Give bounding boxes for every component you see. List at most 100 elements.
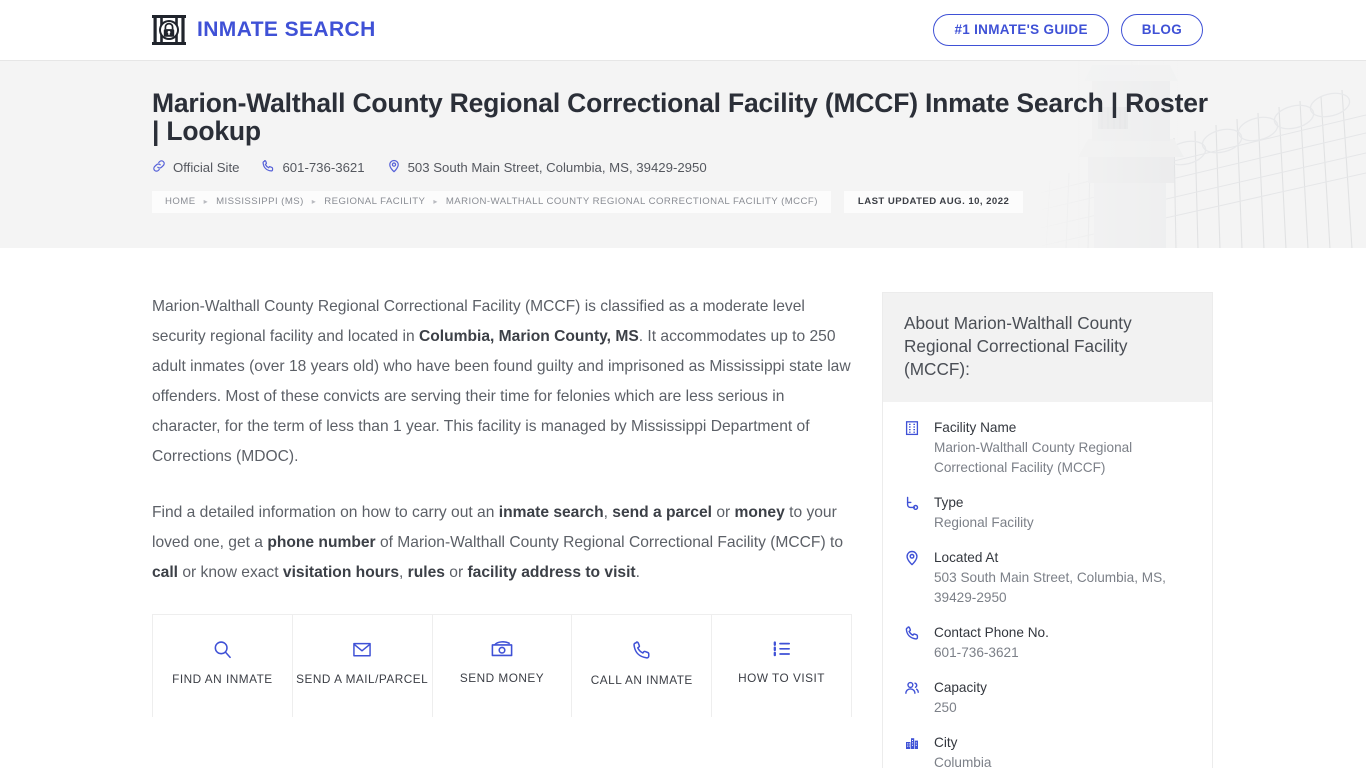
chevron-right-icon: ▸ (311, 197, 317, 207)
intro-bold-location: Columbia, Marion County, MS (418, 328, 639, 345)
detail-capacity-label: Capacity (934, 680, 987, 695)
city-icon (904, 733, 922, 768)
breadcrumb: HOME ▸ MISSISSIPPI (MS) ▸ REGIONAL FACIL… (152, 191, 1024, 214)
detail-type: Type Regional Facility (904, 493, 1191, 533)
services-bold-money: money (734, 504, 785, 521)
last-updated-badge: LAST UPDATED AUG. 10, 2022 (843, 191, 1024, 214)
detail-facility-name-label: Facility Name (934, 420, 1017, 435)
call-an-inmate-label: CALL AN INMATE (590, 673, 693, 687)
detail-city: City Columbia (904, 733, 1191, 768)
detail-contact-phone-text: Contact Phone No. 601-736-3621 (934, 623, 1049, 663)
detail-capacity-text: Capacity 250 (934, 678, 987, 718)
send-money-action[interactable]: SEND MONEY (432, 615, 573, 717)
detail-facility-name-text: Facility Name Marion-Walthall County Reg… (934, 418, 1191, 478)
services-paragraph: Find a detailed information on how to ca… (152, 498, 852, 588)
official-site-link[interactable]: Official Site (152, 159, 239, 176)
detail-facility-name: Facility Name Marion-Walthall County Reg… (904, 418, 1191, 478)
breadcrumb-item-home[interactable]: HOME (165, 196, 196, 207)
detail-city-value: Columbia (934, 755, 992, 768)
page-title: Marion-Walthall County Regional Correcti… (152, 88, 1208, 147)
send-mail-parcel-action[interactable]: SEND A MAIL/PARCEL (292, 615, 433, 717)
main-content-area: Marion-Walthall County Regional Correcti… (0, 248, 1366, 768)
services-text-8: or (444, 564, 468, 581)
send-mail-parcel-label: SEND A MAIL/PARCEL (296, 672, 429, 686)
nav-actions: #1 INMATE'S GUIDE BLOG (933, 13, 1203, 47)
services-bold-phone-number: phone number (267, 534, 376, 551)
services-text-2: , (603, 504, 613, 521)
breadcrumb-trail: HOME ▸ MISSISSIPPI (MS) ▸ REGIONAL FACIL… (152, 191, 831, 214)
services-bold-call: call (152, 564, 179, 581)
services-text-1: Find a detailed information on how to ca… (152, 504, 499, 521)
detail-type-text: Type Regional Facility (934, 493, 1034, 533)
phone-icon (631, 639, 652, 661)
how-to-visit-action[interactable]: HOW TO VISIT (712, 615, 851, 717)
services-text-5: of Marion-Walthall County Regional Corre… (375, 534, 843, 551)
chevron-right-icon: ▸ (203, 197, 209, 207)
jail-lock-icon (152, 14, 186, 46)
intro-text-2: . It accommodates up to 250 adult inmate… (152, 328, 851, 465)
list-icon (771, 639, 792, 659)
detail-facility-name-value: Marion-Walthall County Regional Correcti… (934, 440, 1133, 475)
services-text-3: or (711, 504, 735, 521)
hero-section: Marion-Walthall County Regional Correcti… (0, 60, 1366, 248)
detail-located-at-value: 503 South Main Street, Columbia, MS, 394… (934, 570, 1166, 605)
services-text-6: or know exact (178, 564, 283, 581)
article-column: Marion-Walthall County Regional Correcti… (152, 292, 852, 717)
detail-located-at: Located At 503 South Main Street, Columb… (904, 548, 1191, 608)
node-type-icon (904, 493, 922, 533)
detail-city-label: City (934, 735, 958, 750)
detail-capacity: Capacity 250 (904, 678, 1191, 718)
envelope-icon (351, 639, 373, 660)
chevron-right-icon: ▸ (433, 197, 438, 207)
map-pin-icon (904, 548, 922, 608)
about-panel-list: Facility Name Marion-Walthall County Reg… (883, 402, 1212, 768)
money-icon (490, 639, 514, 659)
detail-city-text: City Columbia (934, 733, 991, 768)
find-an-inmate-label: FIND AN INMATE (172, 672, 273, 686)
call-an-inmate-action[interactable]: CALL AN INMATE (572, 615, 713, 717)
hero-phone-link[interactable]: 601-736-3621 (261, 159, 365, 176)
detail-located-at-label: Located At (934, 550, 999, 565)
services-bold-send-parcel: send a parcel (612, 504, 712, 521)
detail-located-at-text: Located At 503 South Main Street, Columb… (934, 548, 1191, 608)
detail-contact-phone-label: Contact Phone No. (934, 625, 1049, 640)
services-bold-inmate-search: inmate search (498, 504, 604, 521)
detail-capacity-value: 250 (934, 700, 957, 715)
detail-contact-phone-value: 601-736-3621 (934, 645, 1019, 660)
about-facility-panel: About Marion-Walthall County Regional Co… (882, 292, 1213, 768)
services-bold-facility-address: facility address to visit (467, 564, 636, 581)
hero-address-label: 503 South Main Street, Columbia, MS, 394… (407, 160, 707, 176)
services-text-9: . (635, 564, 640, 581)
top-navigation-bar: INMATE SEARCH #1 INMATE'S GUIDE BLOG (0, 0, 1366, 60)
official-site-label: Official Site (173, 160, 240, 176)
services-bold-rules: rules (407, 564, 445, 581)
intro-paragraph: Marion-Walthall County Regional Correcti… (152, 292, 852, 472)
send-money-label: SEND MONEY (459, 671, 545, 685)
brand-name: INMATE SEARCH (197, 18, 376, 41)
quick-actions-bar: FIND AN INMATE SEND A MAIL/PARCEL SEND M… (152, 614, 852, 717)
people-icon (904, 678, 922, 718)
map-pin-icon (387, 159, 401, 176)
search-icon (212, 639, 233, 660)
facility-meta-row: Official Site 601-736-3621 503 South Mai… (152, 159, 1366, 176)
about-panel-heading: About Marion-Walthall County Regional Co… (883, 293, 1212, 402)
hero-phone-label: 601-736-3621 (282, 160, 365, 176)
inmates-guide-button[interactable]: #1 INMATE'S GUIDE (933, 13, 1109, 47)
blog-button[interactable]: BLOG (1120, 13, 1203, 47)
detail-type-label: Type (934, 495, 964, 510)
breadcrumb-item-type[interactable]: REGIONAL FACILITY (324, 196, 425, 207)
breadcrumb-item-current: MARION-WALTHALL COUNTY REGIONAL CORRECTI… (445, 196, 818, 208)
phone-icon (261, 159, 275, 176)
find-an-inmate-action[interactable]: FIND AN INMATE (153, 615, 293, 717)
link-icon (152, 159, 166, 176)
services-text-7: , (399, 564, 408, 581)
breadcrumb-item-state[interactable]: MISSISSIPPI (MS) (216, 196, 304, 207)
hero-address: 503 South Main Street, Columbia, MS, 394… (387, 159, 707, 176)
how-to-visit-label: HOW TO VISIT (738, 671, 825, 685)
phone-icon (904, 623, 922, 663)
brand-logo-link[interactable]: INMATE SEARCH (152, 14, 376, 46)
detail-type-value: Regional Facility (934, 515, 1034, 530)
services-bold-visitation-hours: visitation hours (282, 564, 399, 581)
detail-contact-phone: Contact Phone No. 601-736-3621 (904, 623, 1191, 663)
building-grid-icon (904, 418, 922, 478)
